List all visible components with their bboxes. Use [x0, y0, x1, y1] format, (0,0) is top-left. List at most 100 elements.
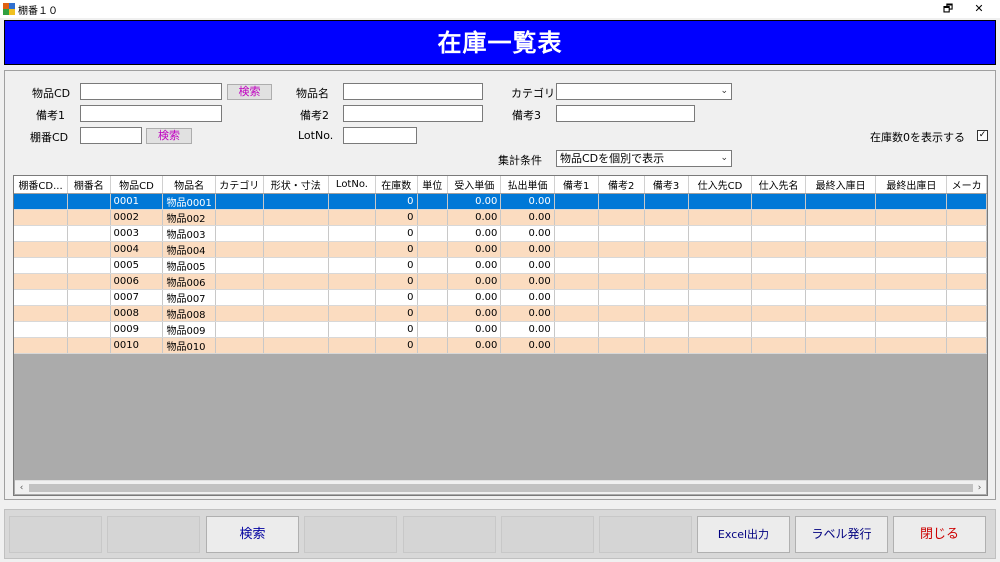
- close-window-button[interactable]: ✕: [964, 0, 994, 18]
- grid-column-header[interactable]: 棚番CD...: [14, 176, 69, 194]
- table-cell: [14, 225, 69, 242]
- table-cell: 物品009: [162, 321, 216, 338]
- scroll-right-icon[interactable]: ›: [973, 481, 986, 495]
- item-name-input[interactable]: [343, 83, 483, 100]
- window-titlebar: 棚番１０ 🗗 ✕: [0, 0, 1000, 18]
- table-row[interactable]: 0002 物品002 0 0.00 0.00: [14, 209, 987, 226]
- table-row[interactable]: 0004 物品004 0 0.00 0.00: [14, 241, 987, 258]
- function-button-4[interactable]: [304, 516, 397, 553]
- table-cell: [644, 193, 689, 210]
- grid-column-header[interactable]: 物品名: [162, 176, 216, 194]
- table-cell: [417, 193, 449, 210]
- table-cell: 物品003: [162, 225, 216, 242]
- table-cell: [14, 193, 69, 210]
- table-cell: [946, 337, 987, 354]
- table-row[interactable]: 0007 物品007 0 0.00 0.00: [14, 289, 987, 306]
- table-cell: 0.00: [447, 289, 502, 306]
- grid-column-header[interactable]: カテゴリ: [215, 176, 264, 194]
- note2-input[interactable]: [343, 105, 483, 122]
- shelf-search-button[interactable]: 検索: [146, 128, 192, 144]
- shelf-cd-label: 棚番CD: [30, 131, 69, 144]
- table-cell: [14, 321, 69, 338]
- agg-select[interactable]: 物品CDを個別で表示 ⌄: [556, 150, 732, 167]
- table-row[interactable]: 0001 物品0001 0 0.00 0.00: [14, 193, 987, 210]
- table-cell: 0.00: [447, 225, 502, 242]
- table-cell: [805, 209, 877, 226]
- item-cd-input[interactable]: [80, 83, 222, 100]
- table-cell: [328, 257, 377, 274]
- grid-column-header[interactable]: 単位: [417, 176, 449, 194]
- grid-column-header[interactable]: メーカ: [946, 176, 987, 194]
- table-cell: 0.00: [500, 305, 555, 322]
- table-cell: [554, 209, 599, 226]
- grid-column-header[interactable]: 棚番名: [67, 176, 111, 194]
- excel-export-button[interactable]: Excel出力: [697, 516, 790, 553]
- table-cell: [554, 305, 599, 322]
- grid-column-header[interactable]: 払出単価: [500, 176, 555, 194]
- table-cell: [67, 305, 111, 322]
- inventory-grid[interactable]: 棚番CD... 棚番名 物品CD 物品名 カテゴリ 形状・寸法 LotNo. 在庫数 単位 受入単…: [13, 175, 988, 496]
- grid-column-header[interactable]: 最終出庫日: [875, 176, 948, 194]
- grid-column-header[interactable]: 形状・寸法: [263, 176, 329, 194]
- function-button-2[interactable]: [107, 516, 200, 553]
- scroll-left-icon[interactable]: ‹: [15, 481, 28, 495]
- grid-column-header[interactable]: LotNo.: [328, 176, 377, 194]
- grid-column-header[interactable]: 最終入庫日: [805, 176, 877, 194]
- search-button[interactable]: 検索: [206, 516, 299, 553]
- table-cell: 0.00: [447, 321, 502, 338]
- grid-column-header[interactable]: 備考1: [554, 176, 599, 194]
- table-cell: [946, 289, 987, 306]
- table-cell: [328, 241, 377, 258]
- table-cell: [417, 273, 449, 290]
- grid-column-header[interactable]: 物品CD: [110, 176, 164, 194]
- note1-input[interactable]: [80, 105, 222, 122]
- table-cell: 0008: [110, 305, 164, 322]
- grid-column-header[interactable]: 備考3: [644, 176, 689, 194]
- table-row[interactable]: 0010 物品010 0 0.00 0.00: [14, 337, 987, 354]
- function-button-5[interactable]: [403, 516, 496, 553]
- grid-column-header[interactable]: 備考2: [598, 176, 645, 194]
- grid-column-header[interactable]: 在庫数: [375, 176, 418, 194]
- close-button[interactable]: 閉じる: [893, 516, 986, 553]
- table-cell: [67, 257, 111, 274]
- table-cell: 0.00: [500, 225, 555, 242]
- table-cell: [751, 257, 806, 274]
- note3-input[interactable]: [556, 105, 695, 122]
- function-button-6[interactable]: [501, 516, 594, 553]
- grid-column-header[interactable]: 仕入先名: [751, 176, 806, 194]
- item-search-button[interactable]: 検索: [227, 84, 272, 100]
- table-row[interactable]: 0005 物品005 0 0.00 0.00: [14, 257, 987, 274]
- table-cell: [875, 273, 948, 290]
- table-cell: [14, 337, 69, 354]
- table-cell: [875, 289, 948, 306]
- table-cell: [875, 209, 948, 226]
- table-row[interactable]: 0003 物品003 0 0.00 0.00: [14, 225, 987, 242]
- table-cell: [14, 241, 69, 258]
- grid-column-header[interactable]: 受入単価: [447, 176, 502, 194]
- table-row[interactable]: 0008 物品008 0 0.00 0.00: [14, 305, 987, 322]
- scroll-thumb[interactable]: [29, 484, 973, 492]
- function-button-7[interactable]: [599, 516, 692, 553]
- label-issue-button[interactable]: ラベル発行: [795, 516, 888, 553]
- table-cell: [328, 305, 377, 322]
- table-cell: 0: [375, 225, 418, 242]
- table-cell: [644, 257, 689, 274]
- category-select[interactable]: ⌄: [556, 83, 732, 100]
- table-row[interactable]: 0006 物品006 0 0.00 0.00: [14, 273, 987, 290]
- table-cell: 0003: [110, 225, 164, 242]
- table-cell: 0001: [110, 193, 164, 210]
- table-cell: [598, 337, 645, 354]
- function-button-1[interactable]: [9, 516, 102, 553]
- grid-column-header[interactable]: 仕入先CD: [688, 176, 753, 194]
- horizontal-scrollbar[interactable]: ‹ ›: [15, 480, 986, 494]
- table-cell: [14, 305, 69, 322]
- lot-input[interactable]: [343, 127, 417, 144]
- table-cell: [751, 241, 806, 258]
- table-cell: 0: [375, 241, 418, 258]
- show-zero-checkbox[interactable]: ✓: [977, 130, 988, 141]
- table-cell: 0: [375, 321, 418, 338]
- table-cell: [14, 273, 69, 290]
- table-row[interactable]: 0009 物品009 0 0.00 0.00: [14, 321, 987, 338]
- shelf-cd-input[interactable]: [80, 127, 142, 144]
- restore-window-button[interactable]: 🗗: [933, 0, 963, 18]
